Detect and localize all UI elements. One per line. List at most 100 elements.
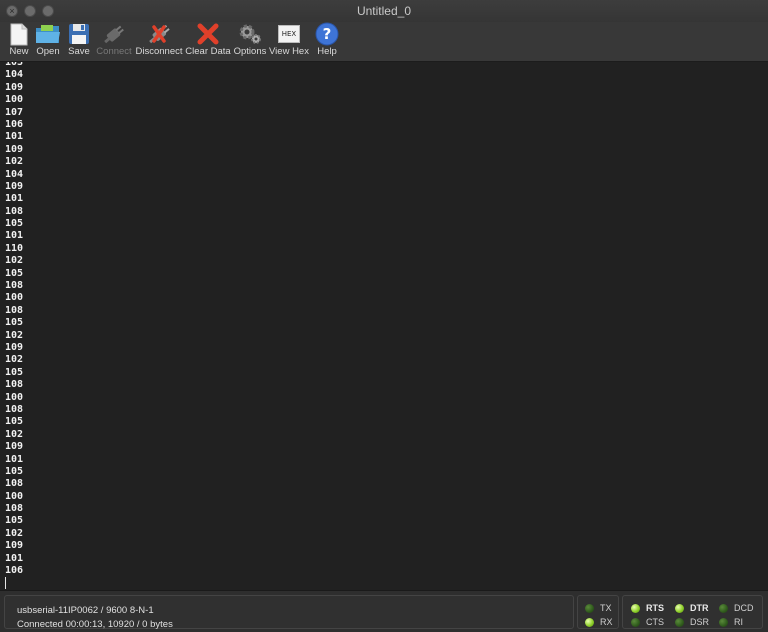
terminal-line: 105	[5, 267, 24, 279]
terminal-line: 106	[5, 118, 24, 130]
dcd-label: DCD	[734, 603, 754, 613]
view-hex-button[interactable]: HEX View Hex	[268, 22, 310, 57]
open-label: Open	[36, 46, 60, 57]
help-button[interactable]: ? Help	[310, 22, 344, 57]
connect-button[interactable]: Connect	[94, 22, 134, 57]
terminal-line: 102	[5, 156, 24, 168]
terminal-line: 104	[5, 168, 24, 180]
terminal-line: 107	[5, 106, 24, 118]
terminal-line: 108	[5, 503, 24, 515]
tx-led	[585, 603, 594, 613]
hex-badge: HEX	[278, 25, 300, 43]
terminal-line: 109	[5, 143, 24, 155]
plug-icon	[100, 22, 128, 46]
terminal-line: 109	[5, 81, 24, 93]
terminal-line: 104	[5, 69, 24, 81]
rx-indicator: RX	[585, 617, 613, 627]
rx-led	[585, 617, 594, 627]
ri-label: RI	[734, 617, 743, 627]
connection-status: usbserial-11IP0062 / 9600 8-N-1 Connecte…	[4, 595, 574, 630]
cts-led	[631, 617, 640, 627]
dtr-led	[675, 603, 684, 613]
red-x-icon	[194, 22, 222, 46]
dsr-label: DSR	[690, 617, 710, 627]
dtr-indicator[interactable]: DTR	[675, 603, 709, 613]
disconnect-label: Disconnect	[135, 46, 183, 57]
terminal-line: 100	[5, 292, 24, 304]
options-button[interactable]: Options	[232, 22, 268, 57]
disconnect-plug-icon	[145, 22, 173, 46]
dcd-indicator: DCD	[719, 603, 754, 613]
options-label: Options	[233, 46, 267, 57]
terminal-line: 105	[5, 416, 24, 428]
terminal-line: 101	[5, 131, 24, 143]
terminal-line: 109	[5, 341, 24, 353]
terminal-line: 102	[5, 527, 24, 539]
terminal-line: 101	[5, 453, 24, 465]
terminal-line: 109	[5, 540, 24, 552]
cts-label: CTS	[646, 617, 664, 627]
save-button[interactable]: Save	[64, 22, 94, 57]
txrx-panel: TX RX	[577, 595, 619, 629]
terminal-line: 102	[5, 329, 24, 341]
terminal-lines: 103 104 109 100 107 106 101 109 102 104 109 101 108 1…	[5, 62, 23, 577]
clear-data-label: Clear Data	[185, 46, 231, 57]
terminal-line: 105	[5, 515, 24, 527]
terminal-line: 108	[5, 205, 24, 217]
help-icon: ?	[313, 22, 341, 46]
terminal-line: 108	[5, 403, 24, 415]
zoom-window-button[interactable]	[42, 5, 54, 17]
window-title: Untitled_0	[356, 4, 412, 18]
title-bar: × Untitled_0	[0, 0, 768, 22]
terminal-line: 101	[5, 230, 24, 242]
dtr-label: DTR	[690, 603, 709, 613]
minimize-window-button[interactable]	[24, 5, 36, 17]
disconnect-button[interactable]: Disconnect	[134, 22, 184, 57]
hex-icon: HEX	[275, 22, 303, 46]
terminal-line: 101	[5, 552, 24, 564]
rts-led	[631, 603, 640, 613]
view-hex-label: View Hex	[269, 46, 309, 57]
dsr-indicator: DSR	[675, 617, 709, 627]
rts-indicator[interactable]: RTS	[631, 603, 664, 613]
svg-text:?: ?	[323, 25, 332, 43]
terminal-line: 110	[5, 242, 24, 254]
new-button[interactable]: New	[6, 22, 32, 57]
toolbar: New Open Save Connect Disconnect Clear D…	[0, 22, 768, 62]
terminal-line: 108	[5, 379, 24, 391]
terminal-line: 108	[5, 280, 24, 292]
terminal-line: 108	[5, 304, 24, 316]
terminal-line: 105	[5, 218, 24, 230]
window-controls: ×	[6, 5, 54, 17]
terminal-line: 109	[5, 441, 24, 453]
connect-label: Connect	[96, 46, 132, 57]
cts-indicator: CTS	[631, 617, 664, 627]
dsr-led	[675, 617, 684, 627]
floppy-disk-icon	[65, 22, 93, 46]
new-document-icon	[5, 22, 33, 46]
terminal-line: 105	[5, 317, 24, 329]
rts-label: RTS	[646, 603, 664, 613]
terminal-line: 106	[5, 565, 24, 577]
ri-led	[719, 617, 728, 627]
terminal-output[interactable]: 103 104 109 100 107 106 101 109 102 104 109 101 108 1…	[0, 62, 768, 590]
open-button[interactable]: Open	[32, 22, 64, 57]
close-window-button[interactable]: ×	[6, 5, 18, 17]
terminal-line: 102	[5, 354, 24, 366]
status-bar: usbserial-11IP0062 / 9600 8-N-1 Connecte…	[0, 590, 768, 632]
terminal-line: 105	[5, 465, 24, 477]
terminal-line: 109	[5, 180, 24, 192]
tx-label: TX	[600, 603, 612, 613]
text-cursor	[5, 577, 6, 589]
gears-icon	[236, 22, 264, 46]
new-label: New	[9, 46, 29, 57]
folder-icon	[34, 22, 62, 46]
terminal-line: 103	[5, 62, 24, 68]
line-signals-panel: RTS CTS DTR DSR DCD RI	[622, 595, 763, 629]
clear-data-button[interactable]: Clear Data	[184, 22, 232, 57]
help-label: Help	[317, 46, 337, 57]
terminal-line: 100	[5, 490, 24, 502]
connection-info-text: Connected 00:00:13, 10920 / 0 bytes	[17, 619, 173, 630]
terminal-line: 100	[5, 94, 24, 106]
terminal-line: 102	[5, 255, 24, 267]
